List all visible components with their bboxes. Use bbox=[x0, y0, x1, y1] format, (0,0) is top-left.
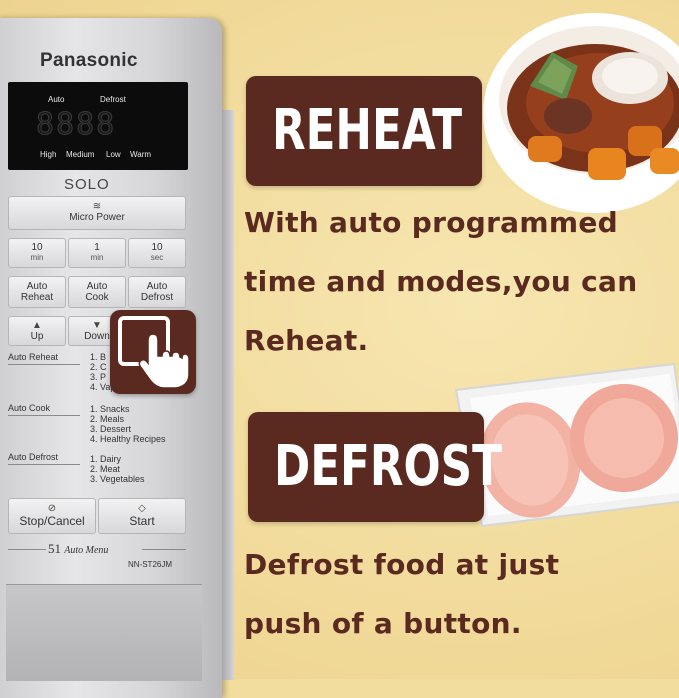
defrost-title-badge: DEFROST bbox=[248, 412, 502, 522]
key-line1: Auto bbox=[86, 281, 108, 292]
reheat-line-3: Reheat. bbox=[244, 324, 369, 357]
start-button[interactable]: ◇ Start bbox=[98, 498, 186, 534]
key-unit: sec bbox=[150, 253, 164, 262]
add-10-sec-button[interactable]: 10 sec bbox=[128, 238, 186, 268]
model-number: NN-ST26JM bbox=[128, 560, 173, 569]
reheat-line-1: With auto programmed bbox=[244, 206, 618, 239]
auto-cook-menu-list: 1. Snacks 2. Meals 3. Dessert 4. Healthy… bbox=[90, 404, 166, 444]
auto-menu-text: Auto Menu bbox=[64, 545, 109, 556]
defrost-line-1: Defrost food at just bbox=[244, 548, 560, 581]
brand-logo: Panasonic bbox=[40, 50, 138, 71]
stop-cancel-label: Stop/Cancel bbox=[19, 514, 85, 528]
key-line2: Cook bbox=[85, 292, 109, 303]
stop-icon: ⊘ bbox=[47, 503, 57, 514]
key-unit: min bbox=[30, 253, 44, 262]
defrost-title: DEFROST bbox=[273, 434, 502, 499]
microwave-waves-icon: ≋ bbox=[92, 201, 102, 212]
reheat-title-badge: REHEAT bbox=[246, 76, 482, 186]
power-level-medium: Medium bbox=[66, 150, 95, 159]
micro-power-button[interactable]: ≋ Micro Power bbox=[8, 196, 186, 230]
touch-tap-icon bbox=[110, 310, 196, 394]
triangle-up-icon: ▲ bbox=[32, 320, 42, 331]
divider bbox=[142, 549, 186, 550]
auto-menu-count: 51 bbox=[48, 541, 61, 556]
door-release-panel bbox=[6, 584, 202, 681]
key-value: 10 bbox=[151, 242, 163, 253]
key-line2: Reheat bbox=[20, 292, 54, 303]
start-icon: ◇ bbox=[138, 503, 146, 514]
section-divider bbox=[8, 464, 80, 465]
key-unit: min bbox=[90, 253, 104, 262]
defrost-line-2: push of a button. bbox=[244, 607, 522, 640]
up-label: Up bbox=[30, 331, 44, 342]
key-line1: Auto bbox=[26, 281, 48, 292]
auto-reheat-section-label: Auto Reheat bbox=[8, 352, 59, 362]
add-1-min-button[interactable]: 1 min bbox=[68, 238, 126, 268]
auto-reheat-button[interactable]: Auto Reheat bbox=[8, 276, 66, 308]
section-divider bbox=[8, 415, 80, 416]
power-level-low: Low bbox=[106, 150, 121, 159]
auto-defrost-menu-list: 1. Dairy 2. Meat 3. Vegetables bbox=[90, 454, 145, 484]
key-line2: Defrost bbox=[140, 292, 174, 303]
micro-power-label: Micro Power bbox=[69, 212, 125, 223]
display-digits: 8888 bbox=[35, 107, 117, 143]
divider bbox=[8, 549, 46, 550]
reheat-line-2: time and modes,you can bbox=[244, 265, 638, 298]
display-label-auto: Auto bbox=[48, 95, 65, 104]
key-value: 10 bbox=[31, 242, 43, 253]
auto-cook-section-label: Auto Cook bbox=[8, 403, 51, 413]
add-10-min-button[interactable]: 10 min bbox=[8, 238, 66, 268]
auto-menu-badge: 51 Auto Menu bbox=[48, 541, 108, 557]
key-line1: Auto bbox=[146, 281, 168, 292]
auto-defrost-section-label: Auto Defrost bbox=[8, 452, 59, 462]
microwave-door-edge bbox=[222, 110, 234, 680]
reheat-title: REHEAT bbox=[271, 98, 463, 163]
up-button[interactable]: ▲ Up bbox=[8, 316, 66, 346]
power-level-high: High bbox=[40, 150, 57, 159]
auto-cook-button[interactable]: Auto Cook bbox=[68, 276, 126, 308]
power-level-warm: Warm bbox=[130, 150, 152, 159]
display-label-defrost: Defrost bbox=[100, 95, 126, 104]
auto-defrost-button[interactable]: Auto Defrost bbox=[128, 276, 186, 308]
stop-cancel-button[interactable]: ⊘ Stop/Cancel bbox=[8, 498, 96, 534]
key-value: 1 bbox=[94, 242, 100, 253]
start-label: Start bbox=[129, 514, 155, 528]
series-label: SOLO bbox=[64, 176, 110, 193]
section-divider bbox=[8, 364, 80, 365]
